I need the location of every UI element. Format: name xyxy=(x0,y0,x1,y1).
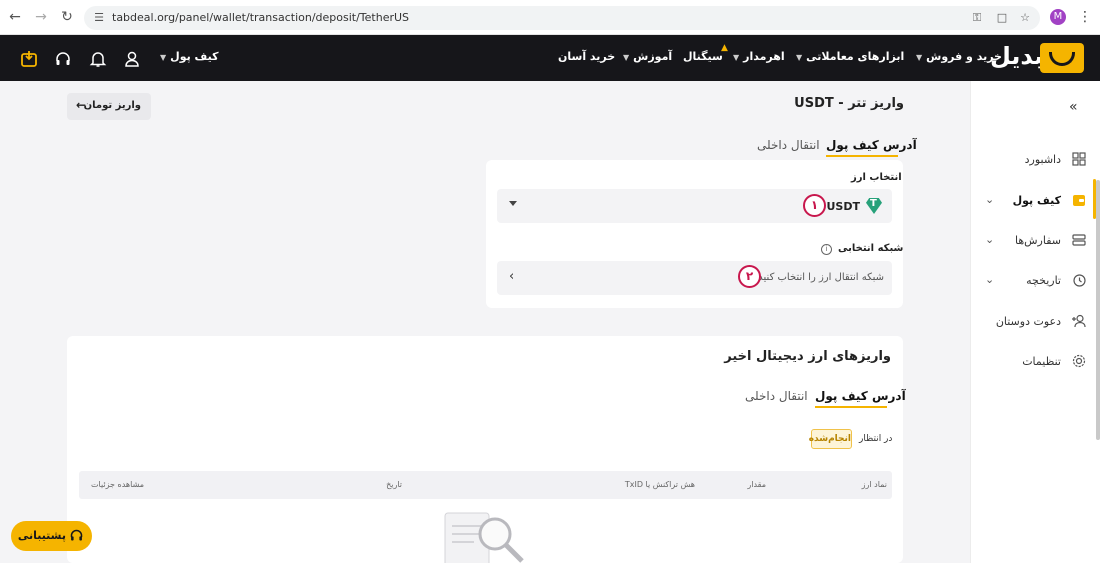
column-date: تاریخ xyxy=(386,480,402,489)
recent-tab-wallet-address[interactable]: آدرس کیف پول xyxy=(815,389,906,403)
sidebar: « داشبورد کیف پول ⌄ سفارش‌ها ⌄ تاریخچه ⌄… xyxy=(970,81,1100,563)
column-amount: مقدار xyxy=(747,480,766,489)
currency-value: USDT xyxy=(826,200,861,213)
sidebar-item-label: داشبورد xyxy=(1024,153,1061,166)
bell-icon[interactable] xyxy=(89,50,107,68)
filter-done[interactable]: انجام‌شده xyxy=(809,429,852,449)
toman-deposit-label: واریز تومان xyxy=(83,100,141,111)
chevron-down-icon[interactable]: ⌄ xyxy=(985,193,994,206)
nav-label: خرید آسان xyxy=(558,50,616,63)
add-user-icon xyxy=(1072,314,1086,328)
nav-trading-tools[interactable]: ابزارهای معاملاتی▼ xyxy=(796,50,904,63)
chevron-down-icon: ▼ xyxy=(733,53,740,62)
network-placeholder: شبکه انتقال ارز را انتخاب کنید xyxy=(758,272,884,283)
star-icon[interactable]: ☆ xyxy=(1018,11,1032,25)
filter-pending[interactable]: در انتظار xyxy=(859,434,892,444)
sidebar-item-history[interactable]: تاریخچه ⌄ xyxy=(971,269,1100,293)
nav-label: ابزارهای معاملاتی xyxy=(806,50,905,63)
nav-label: اهرمدار xyxy=(743,50,785,63)
sidebar-item-settings[interactable]: تنظیمات xyxy=(971,350,1100,374)
address-bar[interactable]: ☰ tabdeal.org/panel/wallet/transaction/d… xyxy=(84,6,1040,30)
sidebar-item-invite[interactable]: دعوت دوستان xyxy=(971,310,1100,334)
deposit-icon[interactable] xyxy=(20,50,38,68)
logo-icon[interactable] xyxy=(1040,43,1084,73)
chevron-down-icon[interactable]: ⌄ xyxy=(985,273,994,286)
column-txid: هش تراکنش یا TxID xyxy=(624,480,695,489)
install-app-icon[interactable]: □ xyxy=(995,11,1009,25)
network-select[interactable]: شبکه انتقال ارز را انتخاب کنید ‹ xyxy=(497,261,892,295)
sidebar-item-wallet[interactable]: کیف پول ⌄ xyxy=(971,189,1100,213)
gear-icon xyxy=(1072,354,1086,368)
sidebar-item-label: دعوت دوستان xyxy=(995,315,1061,328)
sidebar-item-label: سفارش‌ها xyxy=(1014,234,1061,247)
sidebar-item-label: کیف پول xyxy=(1012,194,1061,207)
chevron-down-icon[interactable]: ⌄ xyxy=(985,233,994,246)
network-label: شبکه انتخابی xyxy=(838,243,904,254)
user-icon[interactable] xyxy=(123,50,141,68)
collapse-sidebar-icon[interactable]: « xyxy=(1069,99,1078,115)
nav-leverage[interactable]: اهرمدار▼ xyxy=(733,50,785,63)
tab-wallet-address[interactable]: آدرس کیف پول xyxy=(826,138,917,152)
annotation-badge-2: ۲ xyxy=(738,265,761,288)
recent-tab-underline xyxy=(815,406,887,408)
headset-icon[interactable] xyxy=(54,50,72,68)
nav-label: آموزش xyxy=(633,50,673,63)
orders-icon xyxy=(1072,234,1086,246)
key-icon[interactable]: ⚿ xyxy=(970,11,984,25)
grid-icon xyxy=(1072,152,1086,166)
empty-state-illustration xyxy=(444,512,524,563)
column-details: مشاهده جزئیات xyxy=(91,480,144,489)
forward-icon[interactable]: → xyxy=(32,8,50,26)
sidebar-item-label: تنظیمات xyxy=(1022,355,1061,368)
sidebar-item-label: تاریخچه xyxy=(1026,274,1061,287)
column-symbol: نماد ارز xyxy=(861,480,887,489)
nav-easy-buy[interactable]: خرید آسان xyxy=(558,50,615,63)
history-icon xyxy=(1073,274,1086,287)
site-info-icon[interactable]: ☰ xyxy=(92,11,106,25)
chevron-down-icon: ▼ xyxy=(623,53,630,62)
nav-signal[interactable]: سیگنال xyxy=(683,50,723,63)
tab-internal-transfer[interactable]: انتقال داخلی xyxy=(757,138,820,152)
reload-icon[interactable]: ↻ xyxy=(58,8,76,26)
arrow-left-icon: ← xyxy=(76,98,87,112)
page-scrollbar[interactable] xyxy=(1096,180,1100,440)
profile-avatar[interactable]: M xyxy=(1050,9,1066,25)
chevron-down-icon: ▼ xyxy=(160,53,167,62)
headset-icon xyxy=(70,529,83,541)
toman-deposit-button[interactable]: واریز تومان ← xyxy=(67,93,151,120)
chevron-down-icon: ▼ xyxy=(916,53,923,62)
wallet-menu-label: کیف پول xyxy=(170,50,219,63)
support-button[interactable]: پشتیبانی xyxy=(11,521,92,551)
chevron-left-icon: ‹ xyxy=(509,269,515,284)
support-label: پشتیبانی xyxy=(17,529,66,542)
table-header: نماد ارز مقدار هش تراکنش یا TxID تاریخ م… xyxy=(79,471,892,499)
sidebar-item-orders[interactable]: سفارش‌ها ⌄ xyxy=(971,229,1100,253)
info-icon[interactable]: i xyxy=(821,244,832,255)
nav-label: سیگنال xyxy=(683,50,723,63)
recent-tab-internal-transfer[interactable]: انتقال داخلی xyxy=(745,389,808,403)
nav-education[interactable]: آموزش▼ xyxy=(623,50,672,63)
tab-active-underline xyxy=(826,155,898,157)
chevron-down-icon: ▼ xyxy=(796,53,803,62)
tether-icon: T xyxy=(866,198,882,214)
sidebar-item-dashboard[interactable]: داشبورد xyxy=(971,148,1100,172)
browser-menu-icon[interactable]: ⋮ xyxy=(1078,8,1092,26)
url-text[interactable]: tabdeal.org/panel/wallet/transaction/dep… xyxy=(112,11,409,24)
page-title: واریز تتر - USDT xyxy=(794,96,904,111)
back-icon[interactable]: ← xyxy=(6,8,24,26)
annotation-badge-1: ۱ xyxy=(803,194,826,217)
wallet-menu[interactable]: کیف پول▼ xyxy=(160,50,219,63)
wallet-icon xyxy=(1073,195,1085,206)
app-header: خرید و فروش▼ ابزارهای معاملاتی▼ اهرمدار▼… xyxy=(0,35,1100,81)
browser-toolbar: ← → ↻ ☰ tabdeal.org/panel/wallet/transac… xyxy=(0,0,1100,35)
currency-label: انتخاب ارز xyxy=(851,172,902,183)
chevron-down-icon xyxy=(509,201,517,206)
recent-deposits-title: واریزهای ارز دیجیتال اخیر xyxy=(724,349,891,364)
currency-select[interactable]: T USDT xyxy=(497,189,892,223)
